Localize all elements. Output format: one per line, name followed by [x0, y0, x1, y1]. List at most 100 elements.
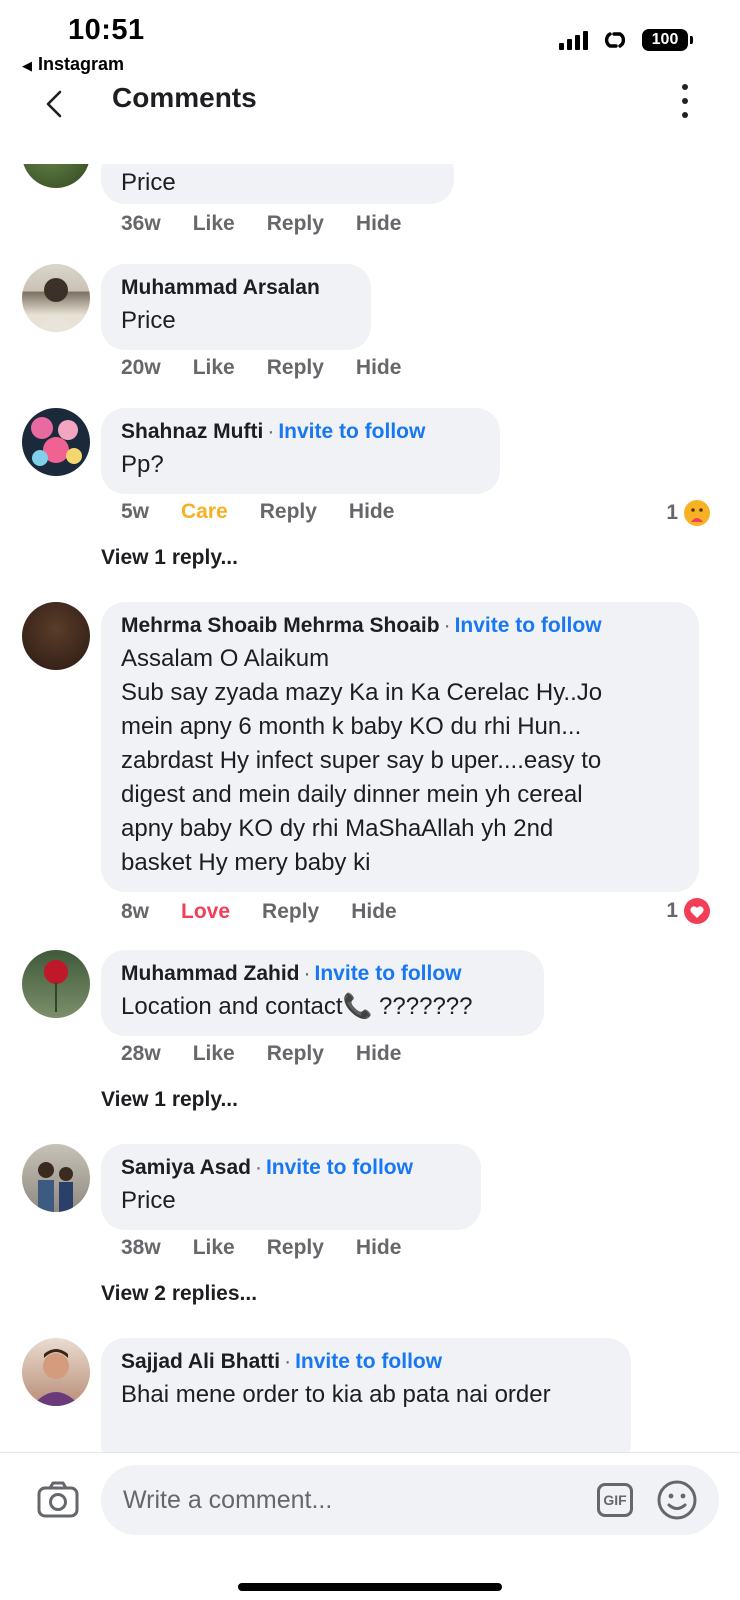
comment-text: Assalam O Alaikum Sub say zyada mazy Ka … [121, 642, 679, 880]
comment-author-line: Sajjad Ali Bhatti · Invite to follow [121, 1350, 443, 1373]
hide-button[interactable]: Hide [351, 900, 397, 924]
comment-bubble[interactable]: Samiya Asad · Invite to follow Price [101, 1144, 481, 1230]
love-reaction-button[interactable]: Love [181, 900, 230, 924]
cellular-signal-icon [559, 30, 588, 50]
care-emoji-icon [684, 500, 710, 526]
comment-author[interactable]: Shahnaz Mufti [121, 420, 263, 443]
home-indicator[interactable] [238, 1583, 502, 1591]
comment-bubble[interactable]: Mehrma Shoaib Mehrma Shoaib · Invite to fo… [101, 602, 699, 892]
invite-to-follow-link[interactable]: Invite to follow [278, 420, 425, 443]
comment-author-line: Samiya Asad · Invite to follow [121, 1156, 413, 1179]
comment-actions: 36w Like Reply Hide [121, 212, 401, 236]
reply-button[interactable]: Reply [267, 1042, 324, 1066]
comment-bubble[interactable]: Shahnaz Mufti · Invite to follow Pp? [101, 408, 500, 494]
avatar[interactable] [22, 602, 90, 670]
personal-hotspot-icon [604, 32, 626, 48]
comment-bubble[interactable]: Price [101, 164, 454, 204]
comment-text-line: zabrdast Hy infect super say b uper....e… [121, 747, 602, 774]
like-button[interactable]: Like [193, 356, 235, 380]
avatar[interactable] [22, 950, 90, 1018]
comment-text: Price [121, 1187, 176, 1214]
care-reaction-button[interactable]: Care [181, 500, 228, 524]
gif-button[interactable]: GIF [597, 1483, 633, 1517]
comment-actions: 8w Love Reply Hide [121, 900, 397, 924]
status-bar: 10:51 ◀ Instagram 100 [0, 0, 740, 80]
camera-icon[interactable] [36, 1479, 80, 1519]
comment-author[interactable]: Muhammad Arsalan [121, 276, 351, 300]
comment-text-line: Assalam O Alaikum [121, 645, 330, 672]
comment-text-line: mein apny 6 month k baby KO du rhi Hun..… [121, 713, 582, 740]
invite-to-follow-link[interactable]: Invite to follow [455, 614, 602, 637]
avatar[interactable] [22, 164, 90, 188]
status-time: 10:51 [68, 14, 145, 46]
hide-button[interactable]: Hide [356, 1042, 402, 1066]
view-replies-link[interactable]: View 1 reply... [101, 546, 238, 570]
page-title: Comments [112, 82, 257, 113]
invite-to-follow-link[interactable]: Invite to follow [266, 1156, 413, 1179]
view-replies-link[interactable]: View 2 replies... [101, 1282, 257, 1306]
emoji-picker-icon[interactable] [656, 1479, 698, 1521]
comment-input-placeholder: Write a comment... [123, 1486, 333, 1514]
comment-age: 38w [121, 1236, 161, 1259]
back-app-label: Instagram [38, 54, 125, 74]
comment-author[interactable]: Samiya Asad [121, 1156, 251, 1179]
hide-button[interactable]: Hide [356, 356, 402, 380]
hide-button[interactable]: Hide [356, 1236, 402, 1260]
status-icons: 100 [559, 28, 693, 52]
comment-text-line: digest and mein daily dinner mein yh cer… [121, 781, 583, 808]
like-button[interactable]: Like [193, 212, 235, 236]
comment-text: Pp? [121, 451, 164, 478]
like-button[interactable]: Like [193, 1042, 235, 1066]
reaction-count[interactable]: 1 [666, 498, 712, 528]
flower-avatar-icon [31, 417, 82, 466]
comment-bubble[interactable]: Muhammad Zahid · Invite to follow Location… [101, 950, 544, 1036]
comment-author-line: Muhammad Zahid · Invite to follow [121, 962, 462, 985]
comment-text: Bhai mene order to kia ab pata nai order [121, 1381, 551, 1408]
avatar-person-icon [34, 278, 78, 332]
comment-composer: Write a comment... GIF [0, 1452, 740, 1600]
back-to-app-link[interactable]: ◀ Instagram [22, 54, 124, 75]
reply-button[interactable]: Reply [267, 356, 324, 380]
comment-actions: 38w Like Reply Hide [121, 1236, 401, 1260]
back-chevron-icon[interactable] [36, 84, 76, 124]
comment-text: Price [121, 169, 176, 196]
hide-button[interactable]: Hide [356, 212, 402, 236]
avatar[interactable] [22, 1144, 90, 1212]
comment-text: Location and contact📞 ??????? [121, 993, 473, 1020]
avatar[interactable] [22, 408, 90, 476]
love-heart-icon [684, 898, 710, 924]
comment-bubble[interactable]: Muhammad Arsalan Price [101, 264, 371, 350]
comment-text-line: apny baby KO dy rhi MaShaAllah yh 2nd [121, 815, 554, 842]
comment-author[interactable]: Muhammad Zahid [121, 962, 300, 985]
reply-button[interactable]: Reply [260, 500, 317, 524]
view-replies-link[interactable]: View 1 reply... [101, 1088, 238, 1112]
more-options-icon[interactable] [680, 84, 690, 118]
avatar[interactable] [22, 1338, 90, 1406]
comment-age: 36w [121, 212, 161, 235]
comment-input[interactable]: Write a comment... GIF [101, 1465, 719, 1535]
comment-age: 20w [121, 356, 161, 379]
reply-button[interactable]: Reply [267, 1236, 324, 1260]
comment-author[interactable]: Mehrma Shoaib Mehrma Shoaib [121, 614, 440, 637]
comments-list[interactable]: Price 36w Like Reply Hide Muhammad Arsal… [0, 164, 740, 1452]
reply-button[interactable]: Reply [262, 900, 319, 924]
hide-button[interactable]: Hide [349, 500, 395, 524]
like-button[interactable]: Like [193, 1236, 235, 1260]
comment-author-line: Mehrma Shoaib Mehrma Shoaib · Invite to fo… [121, 614, 602, 637]
comment-age: 8w [121, 900, 150, 923]
comment-author[interactable]: Sajjad Ali Bhatti [121, 1350, 280, 1373]
children-avatar-icon [38, 1162, 73, 1212]
invite-to-follow-link[interactable]: Invite to follow [295, 1350, 442, 1373]
back-triangle-icon: ◀ [22, 58, 32, 73]
top-nav: Comments [0, 78, 740, 164]
reaction-count[interactable]: 1 [666, 896, 712, 926]
avatar[interactable] [22, 264, 90, 332]
comment-actions: 20w Like Reply Hide [121, 356, 401, 380]
reply-button[interactable]: Reply [267, 212, 324, 236]
reaction-count-value: 1 [666, 501, 678, 524]
invite-to-follow-link[interactable]: Invite to follow [315, 962, 462, 985]
comment-bubble[interactable]: Sajjad Ali Bhatti · Invite to follow Bhai … [101, 1338, 631, 1452]
comment-actions: 5w Care Reply Hide [121, 500, 394, 524]
comment-actions: 28w Like Reply Hide [121, 1042, 401, 1066]
comment-text-line: basket Hy mery baby ki [121, 849, 371, 876]
